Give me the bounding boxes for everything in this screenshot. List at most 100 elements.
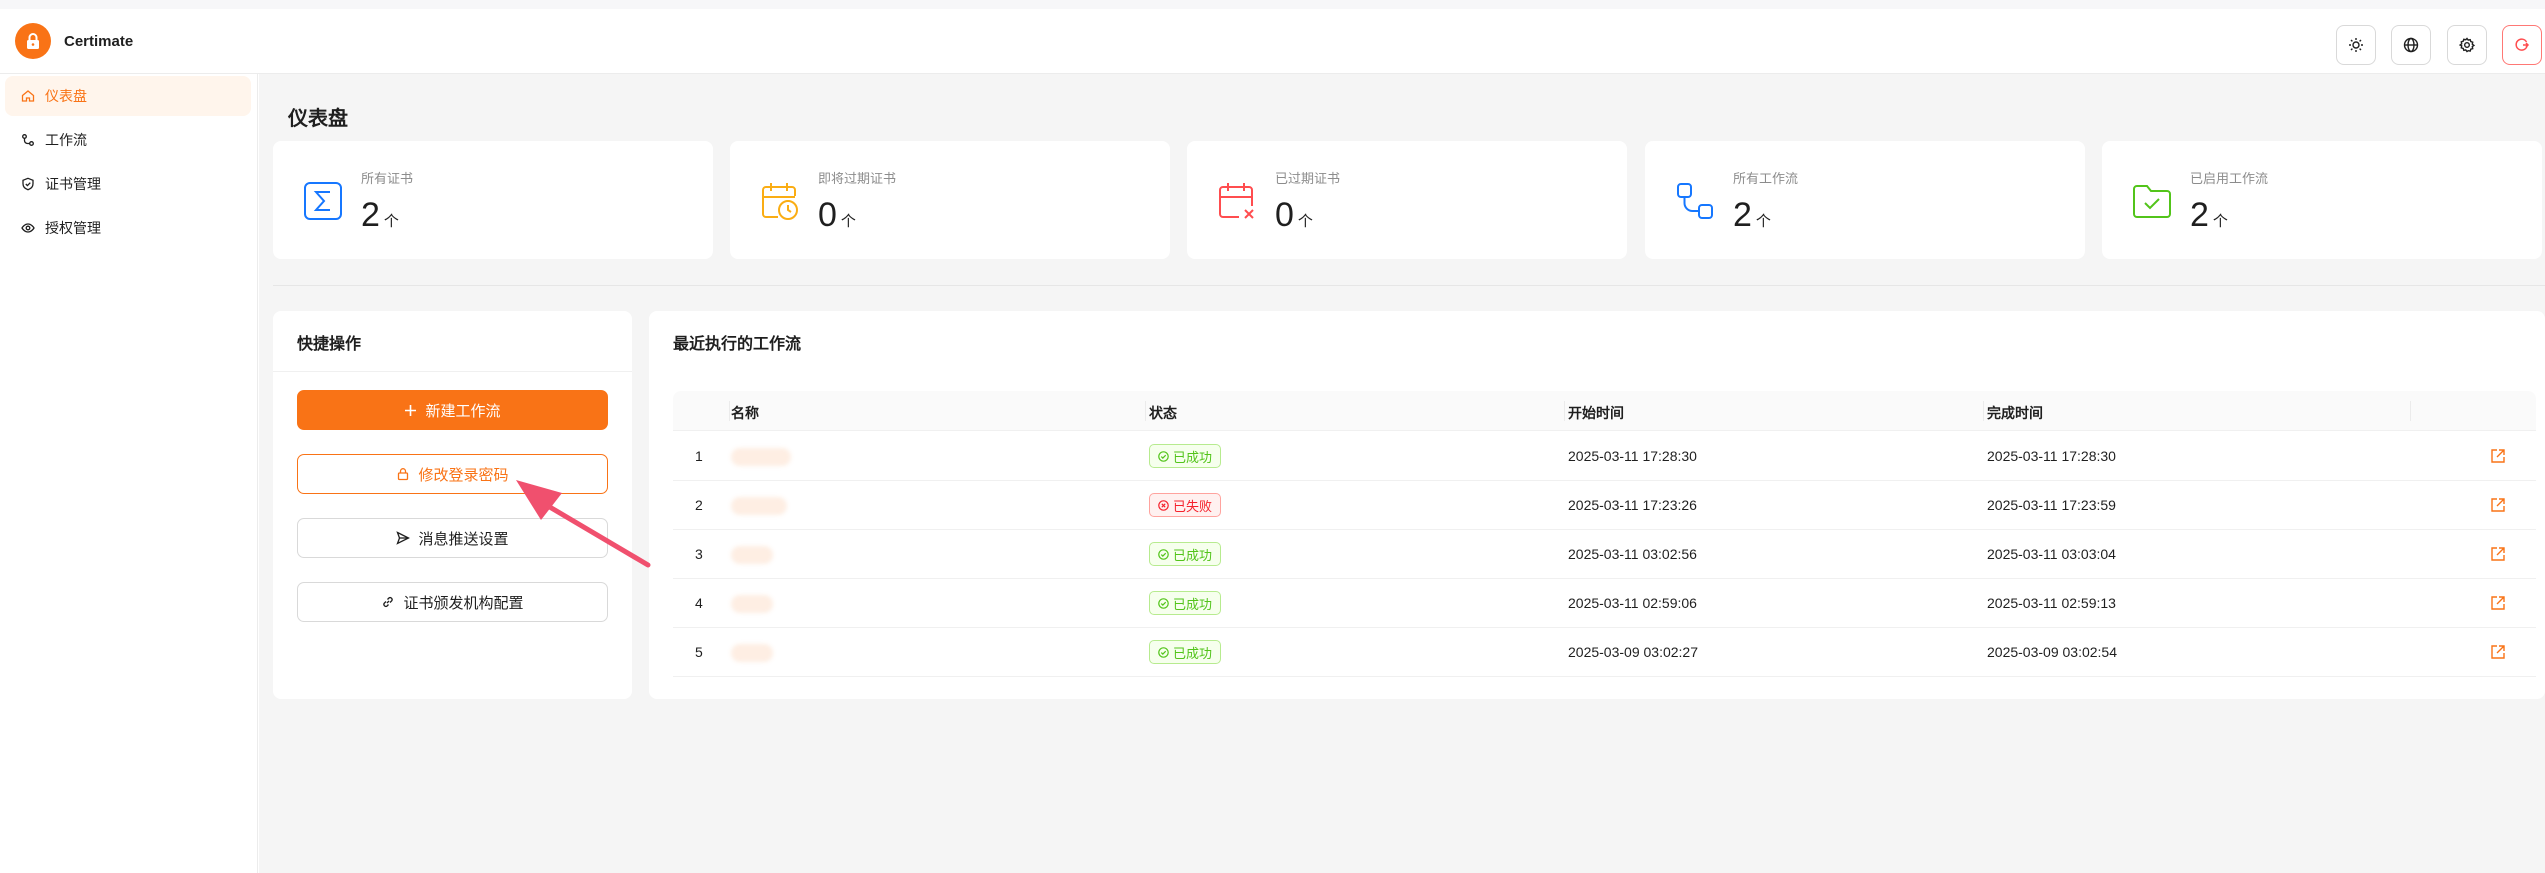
ca-config-button[interactable]: 证书颁发机构配置 [297,582,608,622]
logout-icon [2515,38,2530,51]
logout-button[interactable] [2502,25,2542,65]
panel-title: 最近执行的工作流 [673,336,802,353]
x-circle-icon [1158,499,1169,511]
settings-button[interactable] [2447,25,2487,65]
calendar-clock-icon [762,183,798,220]
button-label: 新建工作流 [425,402,501,420]
end-time: 2025-03-11 02:59:13 [1987,595,2116,611]
column-header-start: 开始时间 [1568,405,1624,421]
open-detail-icon[interactable] [2489,545,2507,563]
check-circle-icon [1158,450,1169,462]
button-label: 证书颁发机构配置 [403,594,524,612]
stat-value: 2个 [361,196,399,234]
stat-value: 2个 [1733,196,1771,234]
workflow-name-redacted[interactable] [731,448,791,466]
lock-logo-icon [15,23,51,59]
globe-icon [2403,37,2419,53]
status-badge: 已失败 [1149,493,1222,517]
status-text: 已成功 [1173,596,1213,612]
table-row[interactable]: 5 已成功 2025-03-09 03:02:27 2025-03-09 03:… [673,628,2536,677]
language-button[interactable] [2391,25,2431,65]
column-separator [1145,401,1146,421]
notification-settings-button[interactable]: 消息推送设置 [297,518,608,558]
panel-title: 快捷操作 [297,336,362,353]
end-time: 2025-03-11 17:23:59 [1987,497,2116,513]
status-text: 已成功 [1173,449,1213,465]
workflow-icon [22,134,34,146]
workflow-name-redacted[interactable] [731,497,787,515]
button-label: 消息推送设置 [418,530,509,548]
brand[interactable]: Certimate [15,23,133,59]
stat-label: 即将过期证书 [818,171,897,186]
stat-value: 2个 [2190,196,2228,234]
table-row[interactable]: 2 已失败 2025-03-11 17:23:26 2025-03-11 17:… [673,481,2536,530]
top-header: Certimate [0,0,2545,74]
row-index: 3 [695,546,703,562]
open-detail-icon[interactable] [2489,447,2507,465]
end-time: 2025-03-09 03:02:54 [1987,644,2117,660]
stat-card-all-workflows[interactable]: 所有工作流 2个 [1645,141,2085,259]
gear-icon [2459,37,2475,53]
workflow-name-redacted[interactable] [731,595,773,613]
lock-icon [398,468,409,481]
start-time: 2025-03-11 17:28:30 [1568,448,1697,464]
stat-label: 所有证书 [361,171,414,186]
app-name: Certimate [64,32,134,50]
status-text: 已成功 [1173,547,1213,563]
column-separator [2410,401,2411,421]
shield-check-icon [22,177,34,191]
status-text: 已失败 [1173,498,1213,514]
table-row[interactable]: 3 已成功 2025-03-11 03:02:56 2025-03-11 03:… [673,530,2536,579]
start-time: 2025-03-11 03:02:56 [1568,546,1697,562]
divider [273,285,2545,286]
sidebar-item-dashboard[interactable]: 仪表盘 [5,76,251,116]
stat-card-expiring-certs[interactable]: 即将过期证书 0个 [730,141,1170,259]
table-row[interactable]: 4 已成功 2025-03-11 02:59:06 2025-03-11 02:… [673,579,2536,628]
start-time: 2025-03-11 17:23:26 [1568,497,1697,513]
stat-label: 所有工作流 [1733,171,1799,186]
workflow-name-redacted[interactable] [731,546,773,564]
row-index: 1 [695,448,703,464]
open-detail-icon[interactable] [2489,496,2507,514]
home-icon [21,90,35,102]
quick-actions-panel: 快捷操作 新建工作流 修改登录密码 消息推送设置 证书颁发机构配置 [273,311,632,699]
stat-card-enabled-workflows[interactable]: 已启用工作流 2个 [2102,141,2542,259]
sigma-icon [304,182,342,220]
main-content: 仪表盘 所有证书 2个 即将过期证书 0个 已过期证书 0个 所有工作流 2个 … [259,74,2545,873]
sidebar-item-label: 仪表盘 [45,88,87,104]
status-text: 已成功 [1173,645,1213,661]
check-circle-icon [1158,597,1169,609]
recent-workflows-panel: 最近执行的工作流 名称 状态 开始时间 完成时间 1 已成功 2025-03-1… [649,311,2545,699]
open-detail-icon[interactable] [2489,594,2507,612]
plus-icon [405,404,417,416]
divider [273,371,632,372]
sidebar-item-workflow[interactable]: 工作流 [5,120,251,160]
folder-check-icon [2133,185,2171,218]
change-password-button[interactable]: 修改登录密码 [297,454,608,494]
page-title: 仪表盘 [288,108,348,130]
status-badge: 已成功 [1149,542,1222,566]
column-header-end: 完成时间 [1987,405,2043,421]
row-index: 2 [695,497,703,513]
sun-icon [2349,38,2363,52]
column-separator [729,401,730,421]
status-badge: 已成功 [1149,444,1222,468]
table-row[interactable]: 1 已成功 2025-03-11 17:28:30 2025-03-11 17:… [673,432,2536,481]
stat-card-expired-certs[interactable]: 已过期证书 0个 [1187,141,1627,259]
theme-toggle-button[interactable] [2336,25,2376,65]
stat-value: 0个 [1275,196,1313,234]
column-separator [1983,401,1984,421]
sidebar-item-label: 证书管理 [45,176,101,192]
calendar-x-icon [1219,183,1254,219]
new-workflow-button[interactable]: 新建工作流 [297,390,608,430]
status-badge: 已成功 [1149,591,1222,615]
sidebar-item-access[interactable]: 授权管理 [5,208,251,248]
send-icon [396,531,411,545]
sidebar-item-certificates[interactable]: 证书管理 [5,164,251,204]
stat-label: 已过期证书 [1275,171,1341,186]
open-detail-icon[interactable] [2489,643,2507,661]
check-circle-icon [1158,548,1169,560]
workflow-name-redacted[interactable] [731,644,773,662]
stat-label: 已启用工作流 [2190,171,2269,186]
stat-card-all-certs[interactable]: 所有证书 2个 [273,141,713,259]
